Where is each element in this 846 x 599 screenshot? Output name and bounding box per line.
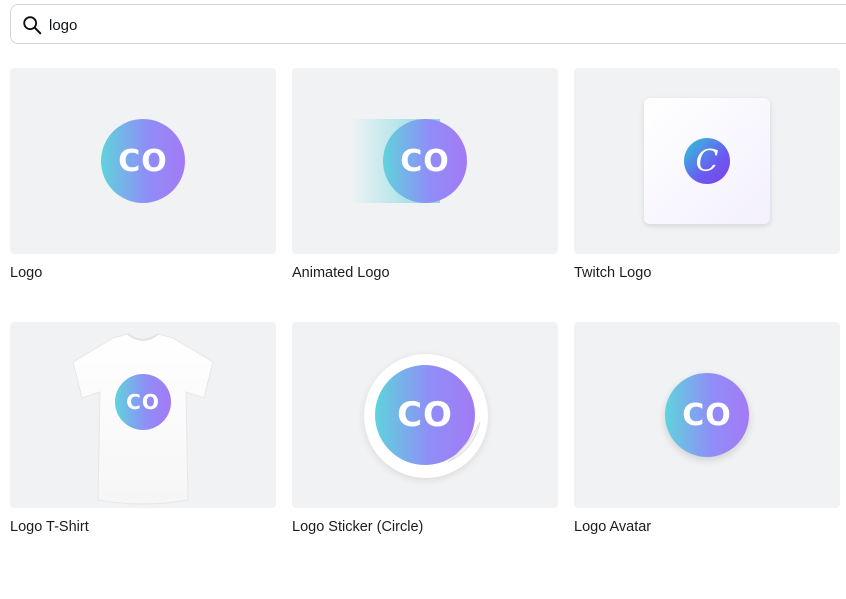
search-input[interactable] bbox=[49, 11, 829, 39]
co-logo-icon: CO bbox=[101, 119, 185, 203]
result-label[interactable]: Logo Avatar bbox=[574, 519, 651, 535]
thumbnail-logo-tshirt[interactable]: CO bbox=[10, 322, 276, 508]
co-logo-icon: CO bbox=[665, 373, 749, 457]
thumbnail-logo[interactable]: CO bbox=[10, 68, 276, 254]
result-label[interactable]: Logo T-Shirt bbox=[10, 519, 89, 535]
result-label[interactable]: Twitch Logo bbox=[574, 265, 651, 281]
thumbnail-twitch-logo[interactable]: C bbox=[574, 68, 840, 254]
sticker-peel-icon bbox=[447, 421, 481, 463]
co-logo-icon: CO bbox=[383, 119, 467, 203]
thumbnail-animated-logo[interactable]: CO bbox=[292, 68, 558, 254]
result-card-logo-avatar[interactable]: CO Logo Avatar bbox=[574, 322, 840, 535]
result-label[interactable]: Logo bbox=[10, 265, 42, 281]
thumbnail-logo-avatar[interactable]: CO bbox=[574, 322, 840, 508]
search-results-page: CO Logo CO Animated Logo C Twitch Logo bbox=[0, 0, 846, 599]
co-logo-icon: CO bbox=[115, 374, 171, 430]
result-label[interactable]: Logo Sticker (Circle) bbox=[292, 519, 423, 535]
result-label[interactable]: Animated Logo bbox=[292, 265, 390, 281]
result-card-logo[interactable]: CO Logo bbox=[10, 68, 276, 281]
result-card-logo-sticker[interactable]: CO Logo Sticker (Circle) bbox=[292, 322, 558, 535]
thumbnail-logo-sticker[interactable]: CO bbox=[292, 322, 558, 508]
result-card-logo-tshirt[interactable]: CO Logo T-Shirt bbox=[10, 322, 276, 535]
canva-c-icon: C bbox=[684, 138, 730, 184]
twitch-logo-tile: C bbox=[644, 98, 770, 224]
search-bar[interactable] bbox=[10, 4, 846, 44]
result-card-animated-logo[interactable]: CO Animated Logo bbox=[292, 68, 558, 281]
result-card-twitch-logo[interactable]: C Twitch Logo bbox=[574, 68, 840, 281]
search-icon[interactable] bbox=[21, 14, 43, 36]
